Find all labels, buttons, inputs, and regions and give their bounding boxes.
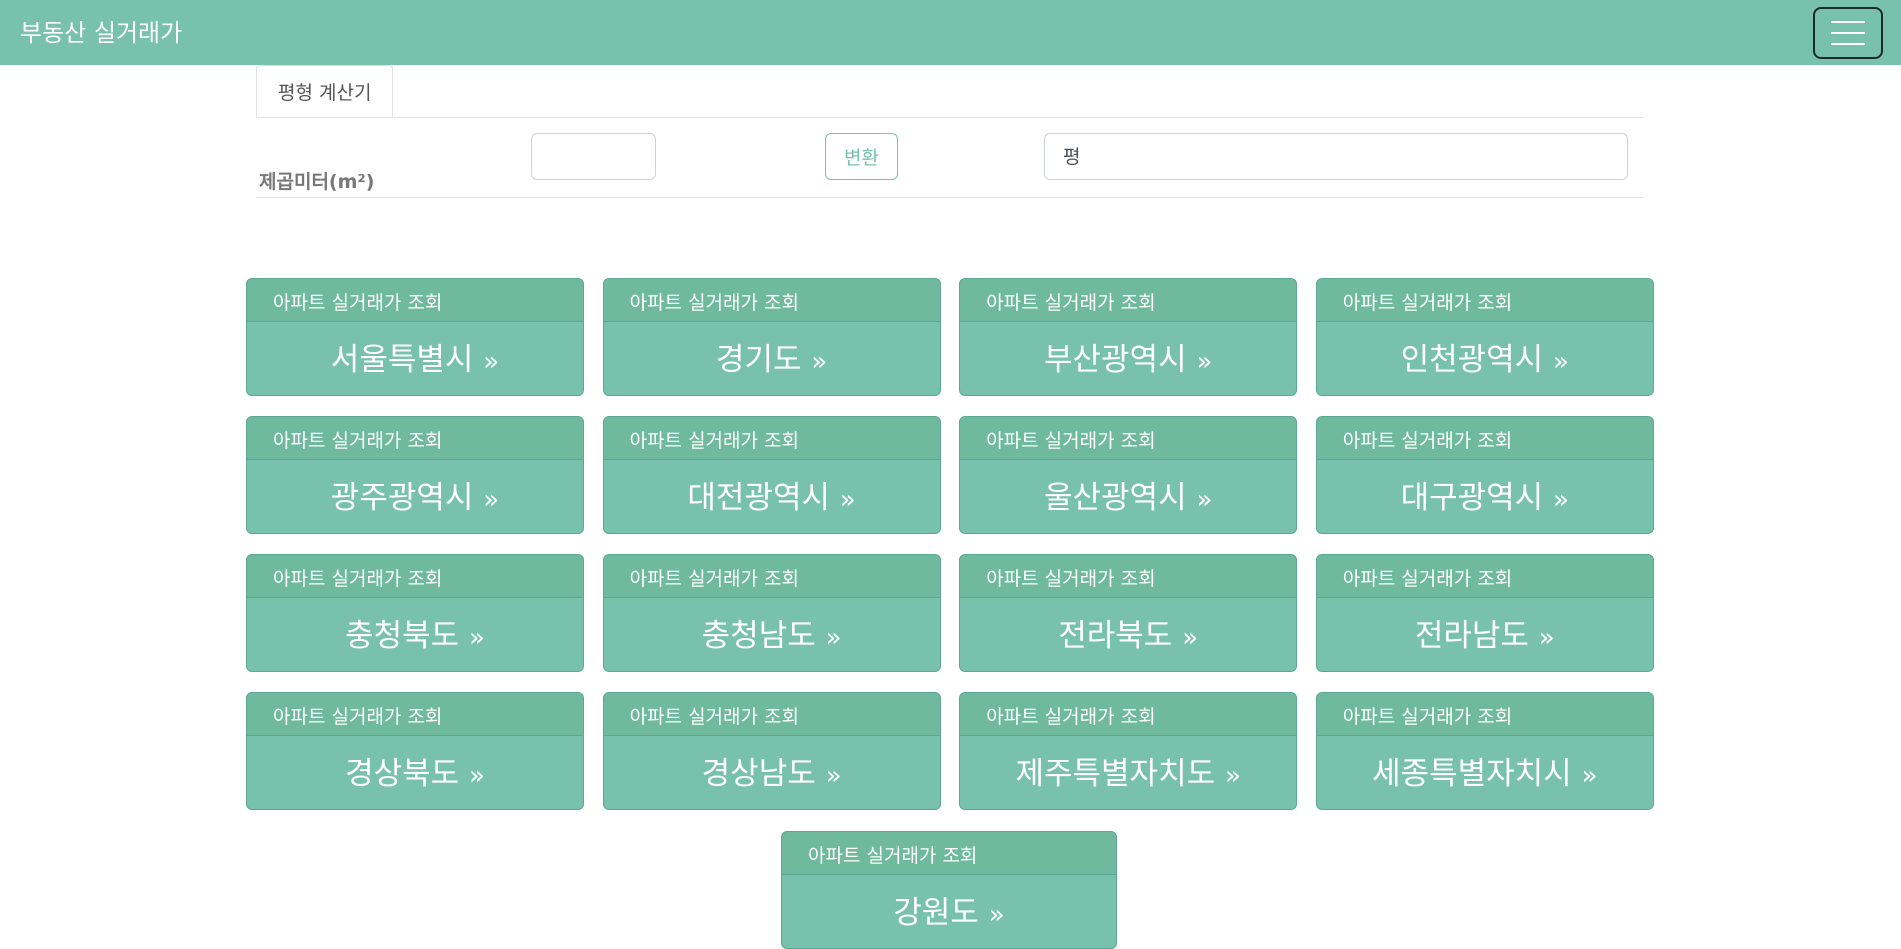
chevron-right-icon: » [988,900,1005,930]
region-name: 대전광역시 [687,480,830,516]
region-card[interactable]: 아파트 실거래가 조회 부산광역시 » [959,278,1298,396]
region-card[interactable]: 아파트 실거래가 조회 경상북도 » [246,692,584,810]
hamburger-icon [1831,20,1865,45]
card-region-title[interactable]: 인천광역시 » [1317,322,1653,379]
chevron-right-icon: » [811,347,828,377]
region-card[interactable]: 아파트 실거래가 조회 인천광역시 » [1315,278,1654,396]
card-subtitle: 아파트 실거래가 조회 [247,555,583,598]
region-name: 충청남도 [701,618,816,654]
card-region-title[interactable]: 전라남도 » [1317,598,1653,655]
convert-button[interactable]: 변환 [825,133,898,180]
region-name: 전라북도 [1058,618,1173,654]
region-name: 부산광역시 [1043,342,1187,378]
card-region-title[interactable]: 세종특별자치시 » [1317,736,1653,793]
card-subtitle: 아파트 실거래가 조회 [247,279,583,322]
card-subtitle: 아파트 실거래가 조회 [1316,417,1653,460]
card-region-title[interactable]: 제주특별자치도 » [960,736,1296,793]
card-region-title[interactable]: 충청남도 » [604,598,940,655]
area-calculator: 평형 계산기 제곱미터(m²) 변환 [256,65,1643,198]
card-region-title[interactable]: 경기도 » [604,322,940,379]
card-region-title[interactable]: 대전광역시 » [604,460,940,517]
card-subtitle: 아파트 실거래가 조회 [1316,693,1653,736]
card-subtitle: 아파트 실거래가 조회 [960,693,1297,736]
card-subtitle: 아파트 실거래가 조회 [1316,555,1653,598]
region-card[interactable]: 아파트 실거래가 조회 대전광역시 » [602,416,941,534]
pyeong-output[interactable] [1044,133,1628,180]
region-name: 강원도 [893,895,979,931]
card-region-title[interactable]: 충청북도 » [247,598,583,655]
region-card[interactable]: 아파트 실거래가 조회 충청남도 » [602,554,941,672]
region-card[interactable]: 아파트 실거래가 조회 서울특별시 » [246,278,584,396]
card-subtitle: 아파트 실거래가 조회 [603,279,940,322]
region-name: 전라남도 [1414,618,1529,654]
chevron-right-icon: » [469,761,485,791]
region-card[interactable]: 아파트 실거래가 조회 경상남도 » [602,692,941,810]
region-card[interactable]: 아파트 실거래가 조회 전라북도 » [959,554,1298,672]
region-card[interactable]: 아파트 실거래가 조회 대구광역시 » [1315,416,1654,534]
chevron-right-icon: » [483,347,500,377]
card-region-title[interactable]: 울산광역시 » [960,460,1296,517]
region-name: 경상북도 [345,756,460,792]
top-navbar: 부동산 실거래가 [0,0,1901,65]
chevron-right-icon: » [825,761,842,791]
chevron-right-icon: » [469,623,485,653]
card-subtitle: 아파트 실거래가 조회 [247,693,583,736]
region-name: 광주광역시 [330,480,474,516]
region-name: 충청북도 [345,618,460,654]
region-card-grid: 아파트 실거래가 조회 서울특별시 » 아파트 실거래가 조회 경기도 » 아파트 실거… [246,278,1654,810]
card-region-title[interactable]: 경상남도 » [604,736,940,793]
region-name: 울산광역시 [1043,480,1187,516]
card-subtitle: 아파트 실거래가 조회 [603,555,940,598]
chevron-right-icon: » [1538,623,1555,653]
site-brand[interactable]: 부동산 실거래가 [20,21,182,45]
tab-area-calculator[interactable]: 평형 계산기 [256,65,394,117]
chevron-right-icon: » [1196,347,1213,377]
region-name: 인천광역시 [1400,342,1544,378]
chevron-right-icon: » [839,485,856,515]
region-card[interactable]: 아파트 실거래가 조회 세종특별자치시 » [1315,692,1654,810]
card-subtitle: 아파트 실거래가 조회 [247,417,583,460]
region-name: 경기도 [715,342,802,378]
card-subtitle: 아파트 실거래가 조회 [1316,279,1653,322]
region-card[interactable]: 아파트 실거래가 조회 울산광역시 » [959,416,1298,534]
menu-toggle-button[interactable] [1813,6,1883,59]
region-card[interactable]: 아파트 실거래가 조회 충청북도 » [246,554,584,672]
region-card[interactable]: 아파트 실거래가 조회 전라남도 » [1315,554,1654,672]
card-subtitle: 아파트 실거래가 조회 [960,555,1297,598]
chevron-right-icon: » [1553,485,1569,515]
chevron-right-icon: » [1581,761,1598,791]
card-region-title[interactable]: 대구광역시 » [1317,460,1653,517]
card-region-title[interactable]: 전라북도 » [960,598,1296,655]
region-card[interactable]: 아파트 실거래가 조회 강원도 » [781,831,1117,949]
chevron-right-icon: » [1553,347,1569,377]
card-subtitle: 아파트 실거래가 조회 [782,832,1116,875]
card-subtitle: 아파트 실거래가 조회 [603,417,940,460]
card-subtitle: 아파트 실거래가 조회 [603,693,940,736]
region-name: 서울특별시 [330,342,474,378]
region-card[interactable]: 아파트 실거래가 조회 광주광역시 » [246,416,584,534]
chevron-right-icon: » [825,623,842,653]
card-region-title[interactable]: 강원도 » [782,875,1116,932]
chevron-right-icon: » [1182,623,1199,653]
chevron-right-icon: » [483,485,500,515]
card-region-title[interactable]: 부산광역시 » [960,322,1296,379]
card-region-title[interactable]: 경상북도 » [247,736,583,793]
sqm-label: 제곱미터(m²) [259,171,375,193]
region-name: 경상남도 [701,756,816,792]
card-subtitle: 아파트 실거래가 조회 [960,417,1297,460]
card-region-title[interactable]: 서울특별시 » [247,322,583,379]
calculator-tabs: 평형 계산기 [256,65,1643,118]
card-region-title[interactable]: 광주광역시 » [247,460,583,517]
region-card[interactable]: 아파트 실거래가 조회 제주특별자치도 » [959,692,1298,810]
region-name: 제주특별자치도 [1015,756,1216,792]
chevron-right-icon: » [1196,485,1213,515]
region-name: 세종특별자치시 [1372,756,1572,792]
card-subtitle: 아파트 실거래가 조회 [960,279,1297,322]
region-name: 대구광역시 [1400,480,1544,516]
chevron-right-icon: » [1224,761,1241,791]
sqm-input[interactable] [531,133,656,180]
region-card[interactable]: 아파트 실거래가 조회 경기도 » [602,278,941,396]
calculator-row: 제곱미터(m²) 변환 [256,118,1643,198]
